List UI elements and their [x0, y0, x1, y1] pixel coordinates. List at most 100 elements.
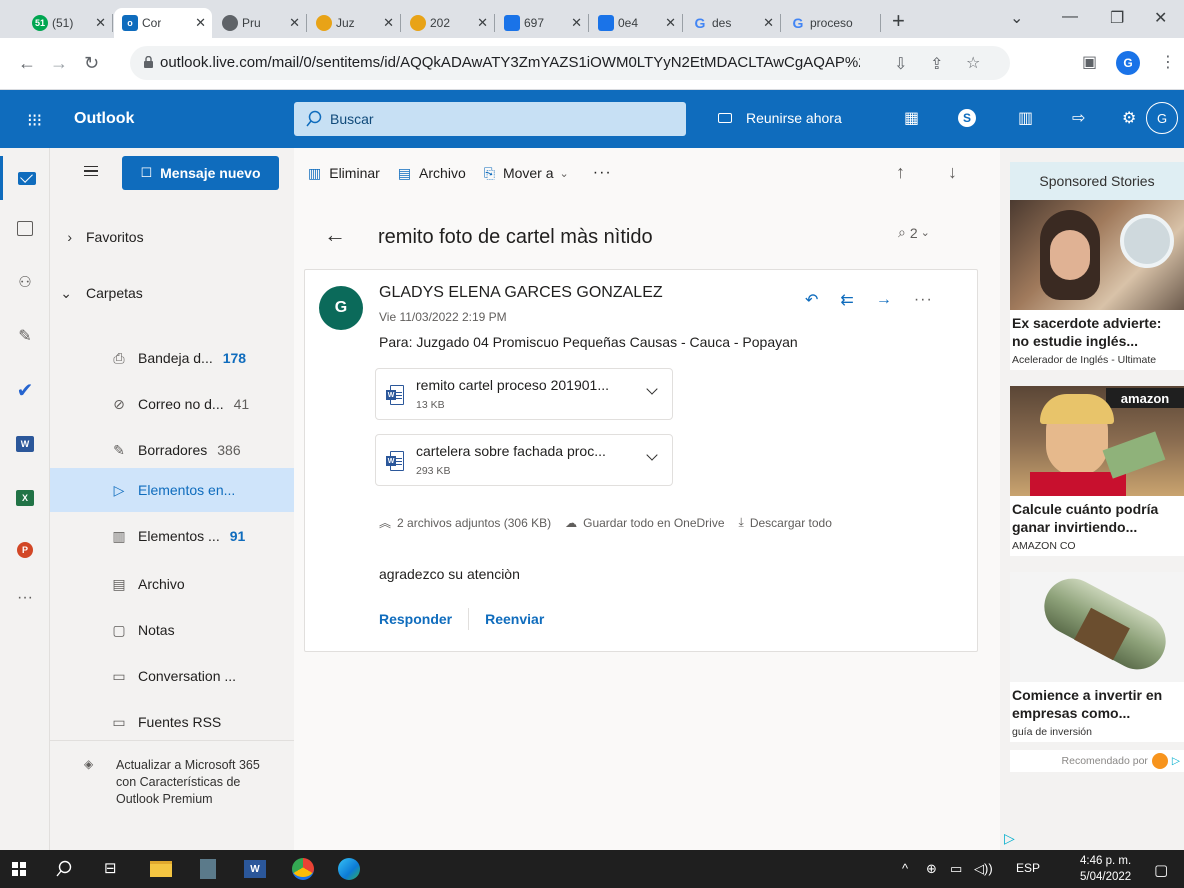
adchoices-icon[interactable]: ▷: [1172, 755, 1180, 767]
calendar-app-button[interactable]: [0, 206, 50, 250]
reply-icon[interactable]: ↶: [805, 290, 818, 310]
word-taskbar-icon[interactable]: W: [244, 860, 266, 878]
tab-close-icon[interactable]: ✕: [477, 15, 488, 31]
tab-close-icon[interactable]: ✕: [571, 15, 582, 31]
taskbar-search-icon[interactable]: [56, 860, 72, 878]
folder-inbox[interactable]: ⎙ Bandeja d... 178: [50, 336, 294, 380]
new-tab-button[interactable]: +: [892, 10, 905, 32]
tray-chevron-up-icon[interactable]: ^: [902, 861, 908, 876]
browser-tab[interactable]: 697 ✕: [496, 8, 589, 38]
delete-button[interactable]: ▥ Eliminar: [308, 165, 380, 182]
todo-app-button[interactable]: ✔: [0, 368, 50, 412]
powerpoint-app-button[interactable]: P: [0, 528, 50, 572]
search-box[interactable]: [294, 102, 686, 136]
tab-close-icon[interactable]: ✕: [95, 15, 106, 31]
ad-title[interactable]: Ex sacerdote advierte: no estudie inglés…: [1010, 310, 1184, 350]
calculator-icon[interactable]: [200, 859, 216, 879]
my-day-icon[interactable]: ⇨: [1072, 108, 1085, 128]
folders-section[interactable]: ⌄ Carpetas: [50, 274, 294, 312]
install-app-icon[interactable]: ⇩: [894, 54, 907, 74]
chrome-icon[interactable]: [292, 858, 314, 880]
bookmark-star-icon[interactable]: ☆: [966, 53, 980, 73]
settings-gear-icon[interactable]: ⚙: [1122, 108, 1136, 128]
restore-icon[interactable]: ❐: [1110, 8, 1124, 28]
taskbar-clock[interactable]: 4:46 p. m. 5/04/2022: [1080, 853, 1131, 885]
browser-tab-active[interactable]: o Cor ✕: [114, 8, 212, 38]
tab-search-icon[interactable]: ⌄: [1010, 8, 1023, 28]
windows-start-icon[interactable]: [12, 862, 26, 876]
recipient-line[interactable]: Para: Juzgado 04 Promiscuo Pequeñas Caus…: [379, 334, 798, 350]
forward-button[interactable]: Reenviar: [485, 611, 544, 627]
folder-deleted-items[interactable]: ▥ Elementos ... 91: [50, 514, 294, 558]
chevron-down-icon[interactable]: [646, 383, 658, 395]
attachments-summary[interactable]: 2 archivos adjuntos (306 KB): [397, 516, 551, 530]
chevron-double-up-icon[interactable]: ︽: [379, 514, 391, 531]
app-launcher-icon[interactable]: ⁝⁝⁝: [27, 110, 42, 131]
folder-junk[interactable]: ⊘ Correo no d... 41: [50, 382, 294, 426]
save-onedrive-link[interactable]: Guardar todo en OneDrive: [583, 516, 724, 530]
folder-sent-items[interactable]: ▷ Elementos en...: [50, 468, 294, 512]
volume-icon[interactable]: ◁)): [974, 861, 993, 877]
mail-app-button[interactable]: [0, 156, 50, 200]
more-options-icon[interactable]: ···: [914, 291, 933, 309]
adchoices-play-icon[interactable]: ▷: [1004, 830, 1015, 847]
outlook-brand[interactable]: Outlook: [74, 110, 134, 128]
ad-card[interactable]: Ex sacerdote advierte: no estudie inglés…: [1010, 200, 1184, 370]
download-all-link[interactable]: Descargar todo: [750, 516, 832, 530]
folder-conversation-history[interactable]: ▭ Conversation ...: [50, 654, 294, 698]
notifications-icon[interactable]: ▢: [1154, 861, 1168, 879]
folder-rss-feeds[interactable]: ▭ Fuentes RSS: [50, 700, 294, 744]
edge-icon[interactable]: [338, 858, 360, 880]
browser-tab[interactable]: 202 ✕: [402, 8, 495, 38]
qr-code-icon[interactable]: ▦: [904, 108, 919, 128]
language-indicator[interactable]: ESP: [1016, 861, 1040, 875]
more-apps-button[interactable]: ···: [0, 576, 50, 620]
office-icon[interactable]: ▥: [1018, 108, 1033, 128]
new-message-button[interactable]: ☐ Mensaje nuevo: [122, 156, 279, 190]
browser-tab[interactable]: G des ✕: [684, 8, 781, 38]
file-explorer-icon[interactable]: [150, 861, 172, 877]
search-input[interactable]: [330, 102, 670, 136]
excel-app-button[interactable]: X: [0, 476, 50, 520]
people-app-button[interactable]: ⚇: [0, 260, 50, 304]
forward-icon[interactable]: →: [876, 291, 892, 309]
tab-close-icon[interactable]: ✕: [383, 15, 394, 31]
side-panel-icon[interactable]: ▣: [1082, 52, 1097, 72]
archive-button[interactable]: ▤ Archivo: [398, 165, 466, 182]
network-icon[interactable]: ▭: [950, 861, 962, 877]
back-arrow-icon[interactable]: ←: [324, 222, 346, 248]
chevron-down-icon[interactable]: [646, 449, 658, 461]
reload-icon[interactable]: ↻: [84, 53, 99, 74]
more-actions-button[interactable]: ···: [593, 164, 612, 182]
previous-message-arrow-icon[interactable]: ↑: [896, 162, 905, 183]
url-text[interactable]: outlook.live.com/mail/0/sentitems/id/AQQ…: [160, 54, 860, 71]
folder-notes[interactable]: ▢ Notas: [50, 608, 294, 652]
task-view-icon[interactable]: ⊟: [104, 859, 117, 877]
sender-avatar[interactable]: G: [319, 286, 363, 330]
browser-profile-avatar[interactable]: G: [1116, 51, 1140, 75]
browser-tab[interactable]: Pru ✕: [214, 8, 307, 38]
meet-now-tray-icon[interactable]: ⊕: [926, 861, 937, 877]
minimize-icon[interactable]: —: [1062, 8, 1078, 26]
tab-close-icon[interactable]: ✕: [763, 15, 774, 31]
move-to-button[interactable]: ⎘ Mover a ⌄: [484, 165, 569, 182]
ad-card[interactable]: amazon Calcule cuánto podría ganar invir…: [1010, 386, 1184, 556]
browser-menu-icon[interactable]: ⋮: [1160, 52, 1176, 72]
browser-tab[interactable]: 0e4 ✕: [590, 8, 683, 38]
ad-card[interactable]: Comience a invertir en empresas como... …: [1010, 572, 1184, 742]
favorites-section[interactable]: › Favoritos: [50, 218, 294, 256]
next-message-arrow-icon[interactable]: ↓: [948, 162, 957, 183]
files-app-button[interactable]: ✎: [0, 314, 50, 358]
tab-close-icon[interactable]: ✕: [665, 15, 676, 31]
ad-title[interactable]: Comience a invertir en empresas como...: [1010, 682, 1184, 722]
ad-title[interactable]: Calcule cuánto podría ganar invirtiendo.…: [1010, 496, 1184, 536]
premium-upsell[interactable]: ◈ Actualizar a Microsoft 365 con Caracte…: [50, 740, 294, 808]
tab-close-icon[interactable]: ✕: [195, 15, 206, 31]
skype-icon[interactable]: S: [958, 109, 976, 127]
attachment-card[interactable]: W cartelera sobre fachada proc... 293 KB: [375, 434, 673, 486]
word-app-button[interactable]: W: [0, 422, 50, 466]
forward-arrow-icon[interactable]: →: [50, 53, 68, 74]
address-bar[interactable]: outlook.live.com/mail/0/sentitems/id/AQQ…: [130, 46, 1010, 80]
reply-button[interactable]: Responder: [379, 611, 452, 627]
tab-close-icon[interactable]: ✕: [289, 15, 300, 31]
